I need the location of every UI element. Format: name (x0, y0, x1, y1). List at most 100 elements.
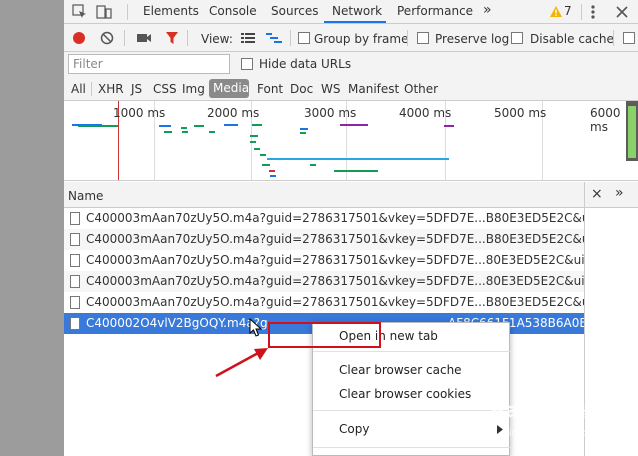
table-row[interactable]: C400003mAan70zUy5O.m4a?guid=2786317501&v… (64, 271, 638, 292)
menu-separator (313, 351, 511, 352)
record-icon[interactable] (72, 31, 86, 45)
request-name: C400003mAan70zUy5O.m4a?guid=2786317501&v… (86, 211, 638, 225)
waterfall-bar (310, 164, 316, 166)
type-other[interactable]: Other (404, 82, 438, 96)
type-img[interactable]: Img (182, 82, 205, 96)
tab-sources[interactable]: Sources (271, 4, 318, 18)
filter-icon[interactable] (165, 31, 179, 45)
tab-elements[interactable]: Elements (143, 4, 199, 18)
table-row[interactable]: C400003mAan70zUy5O.m4a?guid=2786317501&v… (64, 292, 638, 313)
waterfall-bar (262, 164, 270, 166)
waterfall-bar (78, 125, 118, 127)
timeline-scrollbar-thumb[interactable] (628, 106, 636, 158)
customize-menu-icon[interactable] (589, 4, 597, 20)
timeline-tick: 4000 ms (399, 106, 452, 120)
toolbar-separator-3 (290, 30, 291, 46)
expand-columns-button[interactable]: » (615, 185, 624, 201)
inspect-element-icon[interactable] (72, 4, 88, 20)
request-name: C400003mAan70zUy5O.m4a?guid=2786317501&v… (86, 274, 638, 288)
waterfall-bar (224, 124, 238, 126)
menu-item-clear-browser-cache[interactable]: Clear browser cache (339, 363, 462, 377)
waterfall-bar (334, 170, 378, 172)
hide-data-urls-checkbox[interactable] (241, 58, 253, 70)
file-icon (70, 233, 80, 246)
annotation-arrow-icon (215, 348, 268, 378)
clear-icon[interactable] (100, 31, 114, 45)
type-doc[interactable]: Doc (290, 82, 313, 96)
timeline-tick: 3000 ms (304, 106, 357, 120)
network-toolbar: View: Group by frame Preserve log Disabl… (64, 24, 638, 52)
tab-network[interactable]: Network (332, 4, 382, 18)
request-name: C400003mAan70zUy5O.m4a?guid=2786317501&v… (86, 253, 638, 267)
tabs-separator-2 (581, 4, 582, 20)
type-manifest[interactable]: Manifest (348, 82, 399, 96)
waterfall-bar (250, 141, 256, 143)
file-icon (70, 296, 80, 309)
toolbar-separator-2 (187, 30, 188, 46)
device-toolbar-icon[interactable] (96, 4, 112, 20)
group-by-frame-checkbox[interactable] (298, 32, 310, 44)
baidu-watermark: Baidu 经验 jingyan.baidu.com (484, 398, 634, 448)
name-column-header[interactable]: Name (68, 189, 103, 203)
waterfall-bar (250, 135, 258, 137)
type-media[interactable]: Media (209, 79, 249, 98)
type-all[interactable]: All (71, 82, 86, 96)
menu-separator (313, 410, 511, 411)
warning-icon[interactable] (549, 5, 563, 18)
watermark-subtitle: 经验 (580, 404, 611, 422)
tab-performance[interactable]: Performance (397, 4, 473, 18)
tab-console[interactable]: Console (209, 4, 257, 18)
type-js[interactable]: JS (131, 82, 142, 96)
close-details-button[interactable]: × (591, 186, 603, 202)
app: Elements Console Sources Network Perform… (0, 0, 638, 456)
request-list: C400003mAan70zUy5O.m4a?guid=2786317501&v… (64, 208, 638, 338)
file-icon (70, 275, 80, 288)
offline-checkbox[interactable] (623, 32, 635, 44)
waterfall-bar (444, 125, 454, 127)
filter-input[interactable] (68, 54, 230, 74)
file-icon (70, 317, 80, 330)
type-font[interactable]: Font (257, 82, 283, 96)
waterfall-bar (300, 132, 306, 134)
close-devtools-icon[interactable] (616, 6, 628, 18)
more-tabs-button[interactable]: » (483, 2, 492, 18)
waterfall-bar (269, 170, 275, 172)
menu-separator (313, 447, 511, 448)
screenshot-camera-icon[interactable] (136, 32, 152, 44)
disable-cache-checkbox[interactable] (511, 32, 523, 44)
table-row[interactable]: C400003mAan70zUy5O.m4a?guid=2786317501&v… (64, 208, 638, 229)
preserve-log-label: Preserve log (435, 32, 510, 46)
waterfall-bar (164, 131, 172, 133)
waterfall-overview-icon[interactable] (266, 32, 282, 44)
annotation-highlight-box (268, 322, 381, 348)
file-icon (70, 254, 80, 267)
large-rows-icon[interactable] (241, 32, 255, 44)
type-xhr[interactable]: XHR (98, 82, 124, 96)
menu-item-clear-browser-cookies[interactable]: Clear browser cookies (339, 387, 471, 401)
request-name: C400002O4vlV2BgOQY.m4a?g (86, 316, 268, 330)
file-icon (70, 212, 80, 225)
table-row[interactable]: C400003mAan70zUy5O.m4a?guid=2786317501&v… (64, 229, 638, 250)
waterfall-bar (254, 148, 260, 150)
watermark-logo: Baidu (490, 398, 555, 422)
timeline-tick: 5000 ms (494, 106, 547, 120)
disable-cache-label: Disable cache (530, 32, 614, 46)
page-background (0, 0, 64, 456)
timeline-overview[interactable]: 1000 ms 2000 ms 3000 ms 4000 ms 5000 ms … (64, 101, 638, 181)
waterfall-bar (159, 125, 171, 127)
timeline-scrollbar[interactable] (626, 101, 638, 161)
waterfall-bar (194, 125, 204, 127)
devtools-tabs-bar: Elements Console Sources Network Perform… (64, 0, 638, 24)
type-css[interactable]: CSS (153, 82, 177, 96)
hide-data-urls-label: Hide data URLs (259, 57, 352, 71)
type-ws[interactable]: WS (321, 82, 340, 96)
table-row[interactable]: C400003mAan70zUy5O.m4a?guid=2786317501&v… (64, 250, 638, 271)
request-name: C400003mAan70zUy5O.m4a?guid=2786317501&v… (86, 295, 638, 309)
request-name: C400003mAan70zUy5O.m4a?guid=2786317501&v… (86, 232, 638, 246)
menu-item-copy[interactable]: Copy (339, 422, 369, 436)
request-table-header: Name × » (64, 182, 638, 208)
preserve-log-checkbox[interactable] (417, 32, 429, 44)
resource-type-filter: All XHR JS CSS Img Media Font Doc WS Man… (64, 77, 638, 101)
header-separator (584, 182, 585, 208)
waterfall-bar (340, 124, 368, 126)
